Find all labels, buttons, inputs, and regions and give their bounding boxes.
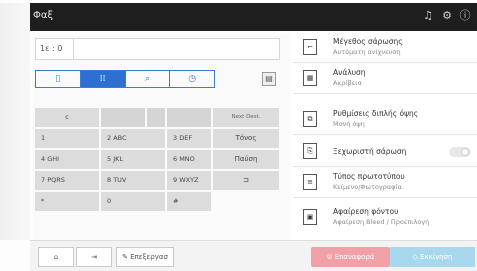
- option-title: Ρυθμίσεις διπλής όψης: [333, 109, 419, 118]
- job-list-button[interactable]: ⇥: [76, 247, 112, 267]
- key-4[interactable]: 4 GHI: [35, 150, 99, 169]
- separate-scan-toggle[interactable]: [449, 147, 471, 157]
- clear-key[interactable]: c: [35, 108, 99, 127]
- backspace-key[interactable]: ⊐: [213, 171, 279, 190]
- job-list-icon: ⇥: [91, 253, 97, 261]
- option-title: Αφαίρεση φόντου: [333, 207, 399, 216]
- scan-size-icon: ⌐: [303, 39, 317, 55]
- page-title: Φαξ: [33, 10, 54, 21]
- tab-search[interactable]: ⌕: [126, 71, 171, 87]
- option-title: Ξεχωριστή σάρωση: [333, 147, 407, 156]
- info-icon[interactable]: ⓘ: [458, 9, 472, 23]
- resolution-icon: ▦: [303, 70, 317, 86]
- option-value: Μονή όψη: [333, 120, 365, 128]
- separate-scan-icon: ⎘: [303, 143, 317, 159]
- key-8[interactable]: 8 TUV: [101, 171, 165, 190]
- settings-icon[interactable]: ⚙: [440, 9, 454, 23]
- edit-label: Επεξεργασ: [130, 253, 168, 261]
- original-type-icon: ≡: [303, 174, 317, 190]
- option-title: Τύπος πρωτοτύπου: [333, 172, 405, 181]
- reset-label: Επαναφορά: [334, 253, 375, 261]
- bell-icon[interactable]: ♫: [421, 9, 435, 23]
- reset-icon: ⊘: [326, 253, 333, 261]
- tone-key[interactable]: Τόνος: [213, 129, 279, 148]
- tab-keypad[interactable]: ⁞⁞: [80, 71, 126, 87]
- key-star[interactable]: *: [35, 192, 99, 211]
- key-2[interactable]: 2 ABC: [101, 129, 165, 148]
- duplex-icon: ⧉: [303, 111, 317, 127]
- screen: Φαξ ♫ ⚙ ⓘ 1ε : 0 ▯ ⁞⁞ ⌕ ◷ ▤ c Next Dest.…: [0, 0, 477, 271]
- option-background-removal[interactable]: ▣ Αφαίρεση φόντου Αφαίρεση Bleed / Προεπ…: [293, 203, 477, 233]
- blank-key: [101, 108, 145, 127]
- destination-field[interactable]: 1ε : 0: [35, 38, 280, 60]
- reset-button[interactable]: ⊘ Επαναφορά: [311, 247, 390, 267]
- option-value: Κείμενο/Φωτογραφία: [333, 183, 402, 191]
- pause-key[interactable]: Παύση: [213, 150, 279, 169]
- edit-icon: ✎: [122, 253, 128, 261]
- keypad: c Next Dest. 1 2 ABC 3 DEF Τόνος 4 GHI 5…: [35, 108, 281, 211]
- blank-key: [147, 108, 165, 127]
- key-7[interactable]: 7 PQRS: [35, 171, 99, 190]
- tab-address-book[interactable]: ▯: [36, 71, 81, 87]
- next-dest-key[interactable]: Next Dest.: [213, 108, 279, 127]
- address-book-icon: ▯: [55, 74, 61, 84]
- key-5[interactable]: 5 JKL: [101, 150, 165, 169]
- keypad-icon: ⁞⁞: [99, 74, 106, 84]
- left-edge: [0, 3, 30, 240]
- option-title: Ανάλυση: [333, 68, 366, 77]
- list-view-button[interactable]: ▤: [262, 72, 276, 86]
- option-resolution[interactable]: ▦ Ανάλυση Ακρίβεια: [293, 64, 477, 94]
- start-label: Εκκίνηση: [420, 253, 453, 261]
- top-bar: Φαξ ♫ ⚙ ⓘ: [0, 3, 477, 31]
- start-button[interactable]: ◇ Εκκίνηση: [390, 247, 475, 267]
- option-value: Αυτόματη ανίχνευση: [333, 48, 401, 56]
- history-icon: ◷: [188, 74, 197, 84]
- key-6[interactable]: 6 MNO: [167, 150, 211, 169]
- key-hash[interactable]: #: [167, 192, 211, 211]
- option-value: Ακρίβεια: [333, 79, 362, 87]
- blank-key: [167, 108, 211, 127]
- key-3[interactable]: 3 DEF: [167, 129, 211, 148]
- home-icon: ⌂: [53, 253, 59, 261]
- tab-history[interactable]: ◷: [170, 71, 214, 87]
- option-title: Μέγεθος σάρωσης: [333, 37, 403, 46]
- background-removal-icon: ▣: [303, 209, 317, 225]
- toggle-knob: [461, 148, 469, 156]
- home-button[interactable]: ⌂: [38, 247, 74, 267]
- key-0[interactable]: 0: [101, 192, 165, 211]
- option-separate-scan[interactable]: ⎘ Ξεχωριστή σάρωση: [293, 137, 477, 167]
- option-value: Αφαίρεση Bleed / Προεπιλογή: [333, 218, 430, 226]
- start-icon: ◇: [412, 253, 418, 261]
- list-icon: ▤: [265, 74, 273, 83]
- option-scan-size[interactable]: ⌐ Μέγεθος σάρωσης Αυτόματη ανίχνευση: [293, 33, 477, 63]
- search-icon: ⌕: [144, 74, 150, 84]
- option-original-type[interactable]: ≡ Τύπος πρωτοτύπου Κείμενο/Φωτογραφία: [293, 168, 477, 198]
- destination-tabs: ▯ ⁞⁞ ⌕ ◷: [35, 70, 215, 88]
- edit-button[interactable]: ✎ Επεξεργασ: [116, 247, 174, 267]
- key-1[interactable]: 1: [35, 129, 99, 148]
- field-divider: [73, 39, 74, 59]
- key-9[interactable]: 9 WXYZ: [167, 171, 211, 190]
- option-duplex[interactable]: ⧉ Ρυθμίσεις διπλής όψης Μονή όψη: [293, 105, 477, 135]
